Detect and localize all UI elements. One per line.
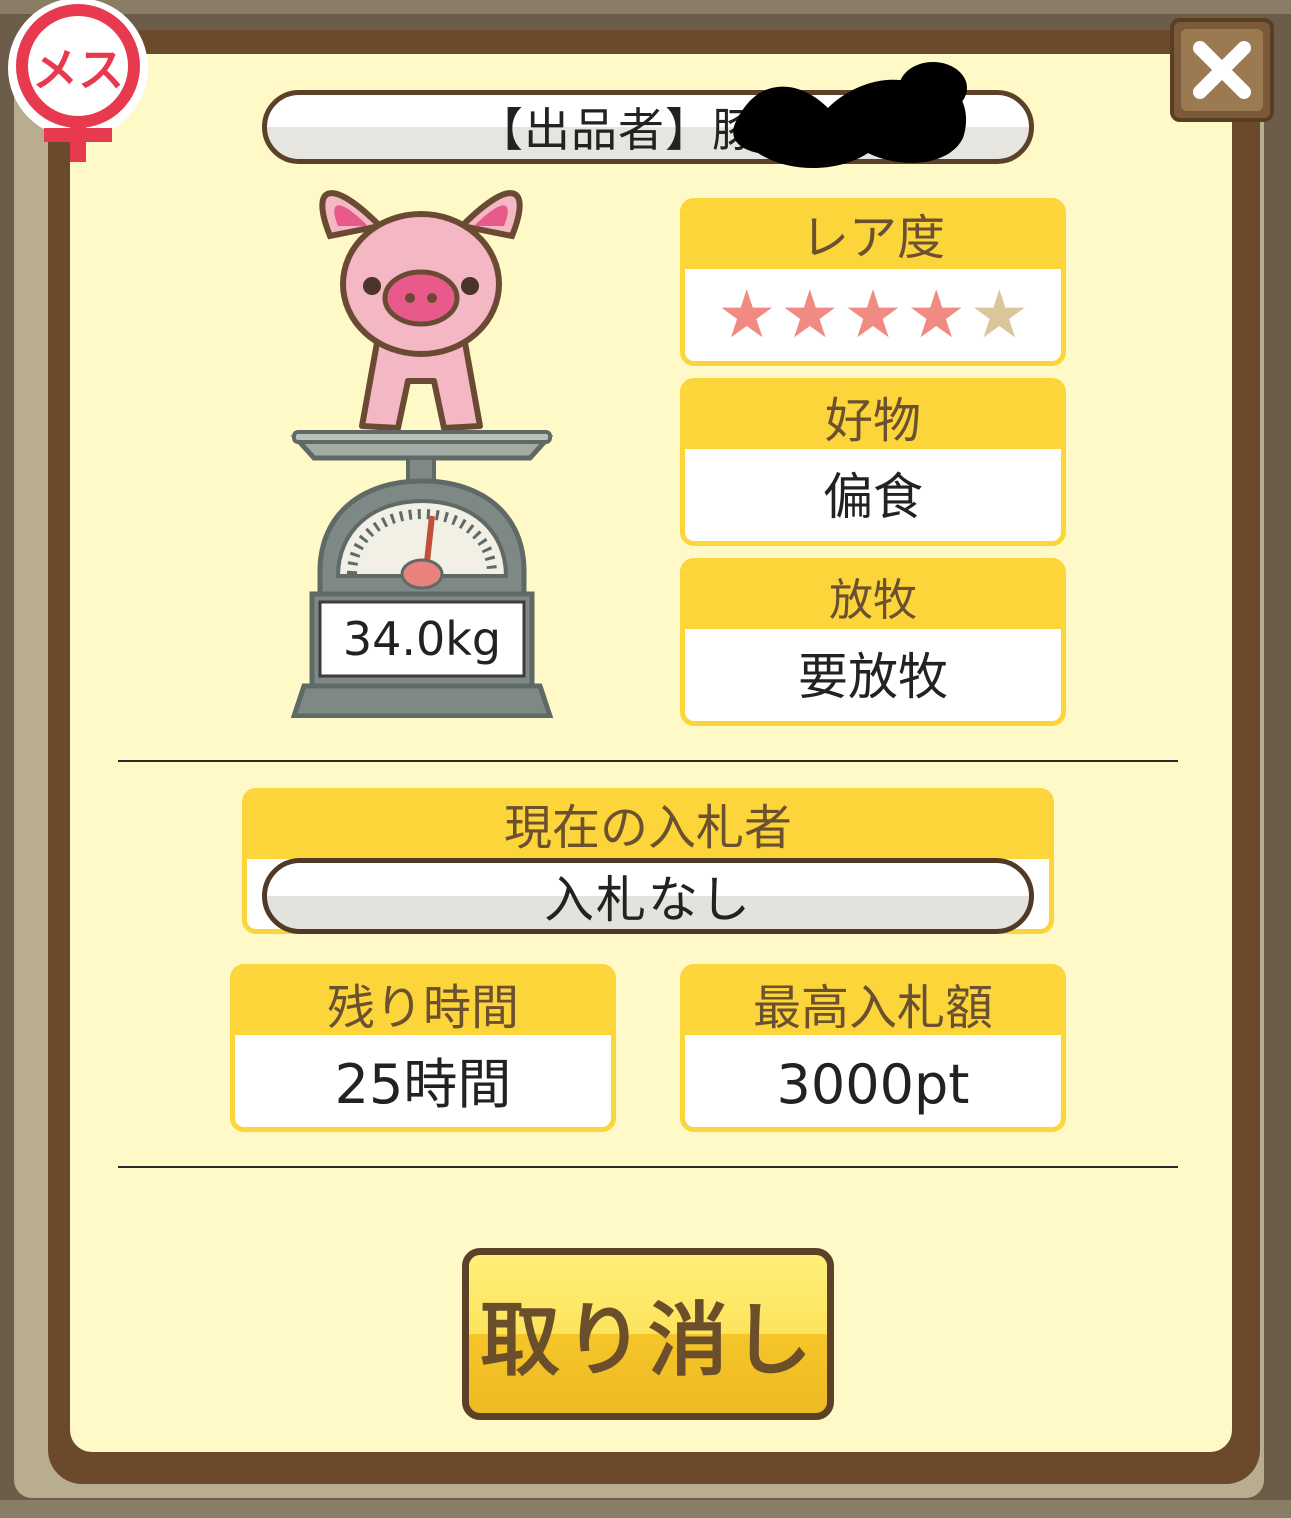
seller-label: 【出品者】豚 xyxy=(477,103,759,157)
star-filled-icon: ★ xyxy=(906,276,966,353)
remaining-value: 25時間 xyxy=(334,1053,512,1116)
badge-label: メス xyxy=(32,43,124,97)
highest-bid-value: 3000pt xyxy=(776,1053,970,1116)
grazing-value: 要放牧 xyxy=(798,648,948,706)
highest-bid-title: 最高入札額 xyxy=(685,969,1061,1036)
star-empty-icon: ★ xyxy=(969,276,1029,353)
star-filled-icon: ★ xyxy=(780,276,840,353)
redacted-scribble xyxy=(733,62,967,168)
background-strip-top xyxy=(0,0,1291,14)
favorite-food-card: 好物 偏食 xyxy=(680,378,1066,546)
rarity-card: レア度 ★ ★ ★ ★ ★ xyxy=(680,198,1066,366)
grazing-card: 放牧 要放牧 xyxy=(680,558,1066,726)
background-strip-bottom xyxy=(0,1500,1291,1518)
cancel-button-label: 取り消し xyxy=(480,1294,816,1387)
rarity-title: レア度 xyxy=(685,203,1061,269)
divider-bottom xyxy=(118,1166,1178,1168)
bidder-value: 入札なし xyxy=(544,871,752,929)
close-button[interactable] xyxy=(1170,18,1274,122)
cancel-button[interactable]: 取り消し xyxy=(462,1248,834,1420)
female-badge-icon: メス xyxy=(8,0,148,162)
bidder-name-bar: 入札なし xyxy=(262,858,1034,934)
favorite-value: 偏食 xyxy=(823,468,923,526)
remaining-time-card: 残り時間 25時間 xyxy=(230,964,616,1132)
close-x-icon xyxy=(1193,41,1251,99)
rarity-stars: ★ ★ ★ ★ ★ xyxy=(717,282,1029,348)
favorite-title: 好物 xyxy=(685,383,1061,449)
weight-readout: 34.0kg xyxy=(342,612,502,666)
bidder-title: 現在の入札者 xyxy=(247,793,1049,859)
grazing-title: 放牧 xyxy=(685,563,1061,629)
highest-bid-card: 最高入札額 3000pt xyxy=(680,964,1066,1132)
star-filled-icon: ★ xyxy=(717,276,777,353)
star-filled-icon: ★ xyxy=(843,276,903,353)
divider-top xyxy=(118,760,1178,762)
remaining-title: 残り時間 xyxy=(235,969,611,1036)
